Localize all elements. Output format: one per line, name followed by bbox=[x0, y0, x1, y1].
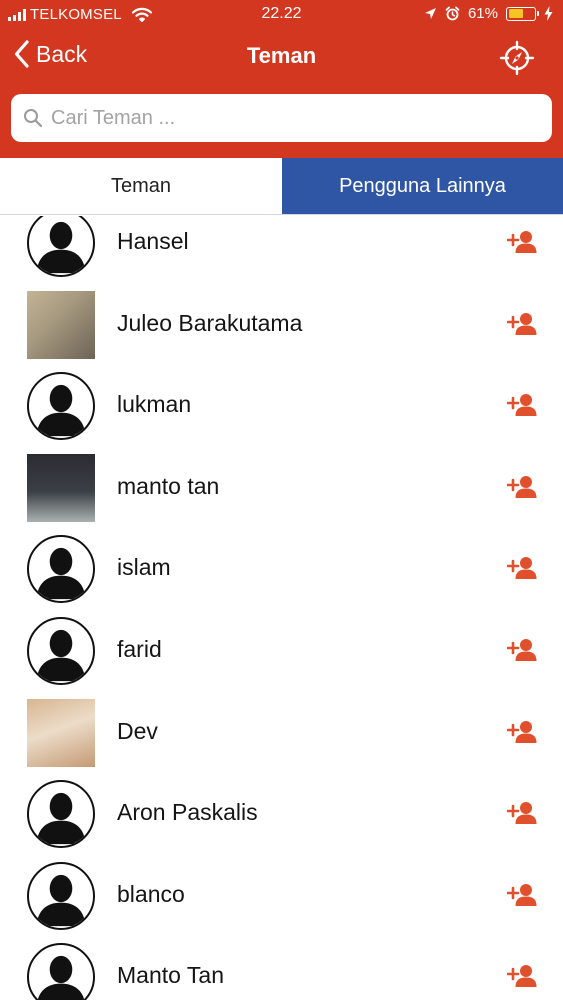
default-avatar-icon bbox=[27, 216, 95, 277]
user-row[interactable]: Aron Paskalis bbox=[0, 773, 563, 855]
user-name: Dev bbox=[117, 717, 158, 744]
battery-level bbox=[508, 9, 524, 18]
default-avatar-icon bbox=[27, 535, 95, 604]
user-name: Juleo Barakutama bbox=[117, 309, 303, 336]
user-row[interactable]: lukman bbox=[0, 365, 563, 447]
user-name: Aron Paskalis bbox=[117, 799, 258, 826]
tab-bar: Teman Pengguna Lainnya bbox=[0, 158, 563, 215]
location-icon bbox=[424, 8, 436, 19]
default-avatar-icon bbox=[27, 372, 95, 441]
user-name: islam bbox=[117, 554, 171, 581]
status-right: 61% bbox=[424, 5, 553, 22]
app-header: TELKOMSEL 22.22 61% Back Teman Cari Tema… bbox=[0, 0, 563, 158]
compass-icon[interactable] bbox=[499, 40, 535, 76]
alarm-icon bbox=[445, 6, 460, 21]
user-name: Manto Tan bbox=[117, 962, 224, 989]
battery-icon bbox=[506, 6, 539, 21]
user-name: Hansel bbox=[117, 228, 189, 254]
default-avatar-icon bbox=[27, 780, 95, 849]
user-row[interactable]: Manto Tan bbox=[0, 936, 563, 1000]
page-title: Teman bbox=[246, 43, 317, 68]
user-list-content: Hansel Juleo Barakutama lukman manto tan isl… bbox=[0, 216, 563, 1000]
search-bar[interactable] bbox=[11, 94, 552, 142]
nav-bar: Back Teman bbox=[0, 30, 563, 86]
tab-pengguna-lainnya[interactable]: Pengguna Lainnya bbox=[282, 158, 563, 214]
add-friend-icon[interactable] bbox=[507, 230, 537, 254]
user-photo bbox=[27, 698, 95, 767]
user-photo bbox=[27, 453, 95, 522]
charging-icon bbox=[544, 6, 553, 21]
user-name: lukman bbox=[117, 391, 192, 418]
user-list: Hansel Juleo Barakutama lukman manto tan isl… bbox=[0, 216, 563, 1000]
user-row[interactable]: Dev bbox=[0, 692, 563, 774]
default-avatar-icon bbox=[27, 616, 95, 685]
user-row[interactable]: farid bbox=[0, 610, 563, 692]
add-friend-icon[interactable] bbox=[507, 638, 537, 662]
user-name: farid bbox=[117, 635, 162, 662]
user-name: blanco bbox=[117, 880, 185, 907]
search-icon bbox=[24, 109, 43, 128]
add-friend-icon[interactable] bbox=[507, 801, 537, 825]
user-row[interactable]: Hansel bbox=[0, 216, 563, 284]
user-name: manto tan bbox=[117, 472, 220, 499]
search-input[interactable] bbox=[51, 106, 531, 130]
battery-percent: 61% bbox=[467, 5, 498, 22]
add-friend-icon[interactable] bbox=[507, 475, 537, 499]
add-friend-icon[interactable] bbox=[507, 312, 537, 336]
add-friend-icon[interactable] bbox=[507, 883, 537, 907]
user-photo bbox=[27, 290, 95, 359]
user-row[interactable]: manto tan bbox=[0, 447, 563, 529]
add-friend-icon[interactable] bbox=[507, 964, 537, 988]
user-row[interactable]: Juleo Barakutama bbox=[0, 284, 563, 366]
user-row[interactable]: blanco bbox=[0, 855, 563, 937]
default-avatar-icon bbox=[27, 861, 95, 930]
tab-teman[interactable]: Teman bbox=[0, 158, 282, 214]
status-bar: TELKOMSEL 22.22 61% bbox=[0, 0, 563, 30]
default-avatar-icon bbox=[27, 943, 95, 1000]
add-friend-icon[interactable] bbox=[507, 556, 537, 580]
add-friend-icon[interactable] bbox=[507, 720, 537, 744]
add-friend-icon[interactable] bbox=[507, 393, 537, 417]
user-row[interactable]: islam bbox=[0, 528, 563, 610]
